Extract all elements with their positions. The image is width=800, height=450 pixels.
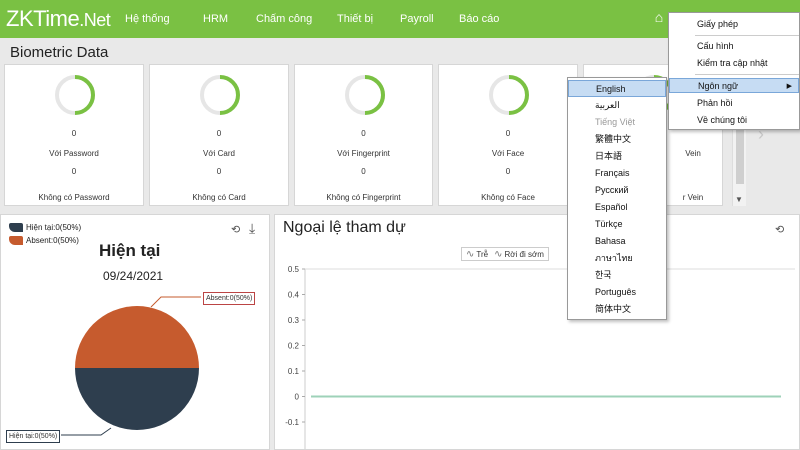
biometric-card-password: 0 Với Password 0 Không có Password	[4, 64, 144, 206]
nav-bao-cao[interactable]: Báo cáo	[459, 0, 499, 38]
without-value: 0	[505, 167, 511, 176]
attendance-pie-panel: Hiện tại:0(50%) Absent:0(50%) ⟲ ⤓ Hiện t…	[0, 214, 270, 450]
biometric-card-face: 0 Với Face 0 Không có Face	[438, 64, 578, 206]
lang-japanese[interactable]: 日本語	[568, 148, 666, 165]
without-label: Không có Face	[481, 193, 535, 202]
menu-language-label: Ngôn ngữ	[698, 81, 739, 91]
nav-thiet-bi[interactable]: Thiết bị	[337, 0, 373, 38]
callout-present: Hiện tại:0(50%)	[6, 430, 61, 443]
submenu-arrow-icon: ▶	[786, 83, 792, 90]
biometric-card-fingerprint: 0 Với Fingerprint 0 Không có Fingerprint	[294, 64, 433, 206]
scroll-down-icon[interactable]: ▼	[735, 195, 743, 204]
without-value: 0	[71, 167, 77, 176]
without-label: Không có Fingerprint	[326, 193, 401, 202]
callout-line-present	[61, 427, 112, 436]
biometric-title: Biometric Data	[10, 44, 109, 61]
lang-bahasa[interactable]: Bahasa	[568, 233, 666, 250]
y-tick-label: 0.1	[288, 367, 300, 376]
lang-portuguese[interactable]: Português	[568, 284, 666, 301]
menu-config[interactable]: Cấu hình	[669, 39, 799, 54]
progress-ring	[345, 75, 385, 115]
lang-korean[interactable]: 한국	[568, 267, 666, 284]
pie-slice-present[interactable]	[75, 368, 199, 430]
lang-simplified-chinese[interactable]: 简体中文	[568, 301, 666, 318]
without-label: Không có Password	[38, 193, 110, 202]
exceptions-panel: Ngoại lệ tham dự ⟲ ∿ Trễ ∿ Rời đi sớm 0.5 0…	[274, 214, 800, 450]
with-value: 0	[71, 129, 77, 138]
progress-ring	[489, 75, 529, 115]
logo-net: .Net	[79, 10, 111, 30]
lang-russian[interactable]: Русский	[568, 182, 666, 199]
callout-line-absent	[150, 296, 201, 308]
without-value: 0	[361, 167, 366, 176]
lang-french[interactable]: Français	[568, 165, 666, 182]
nav-hrm[interactable]: HRM	[203, 0, 228, 38]
y-tick-label: 0.4	[288, 291, 300, 300]
logo-zk: ZK	[6, 6, 34, 31]
lang-traditional-chinese[interactable]: 繁體中文	[568, 131, 666, 148]
lang-vietnamese[interactable]: Tiếng Việt	[568, 114, 666, 131]
progress-ring	[55, 75, 95, 115]
lang-spanish[interactable]: Español	[568, 199, 666, 216]
home-icon[interactable]: ⌂	[650, 8, 668, 26]
nav-payroll[interactable]: Payroll	[400, 0, 434, 38]
without-label: Không có Card	[192, 193, 246, 202]
y-tick-label: 0	[295, 393, 300, 402]
language-submenu: English العربية Tiếng Việt 繁體中文 日本語 Fran…	[567, 77, 667, 320]
exceptions-line-chart: 0.5 0.4 0.3 0.2 0.1 0 -0.1	[285, 265, 795, 449]
menu-license[interactable]: Giấy phép	[669, 17, 799, 32]
app-logo[interactable]: ZKTime.Net	[6, 6, 111, 32]
lang-arabic[interactable]: العربية	[568, 97, 666, 114]
settings-dropdown-menu: Giấy phép Cấu hình Kiểm tra cập nhật Ngô…	[668, 12, 800, 130]
menu-language[interactable]: Ngôn ngữ ▶	[669, 78, 799, 93]
top-icons-group: ⌂	[650, 8, 668, 28]
menu-check-update[interactable]: Kiểm tra cập nhật	[669, 56, 799, 71]
with-label: Với Fingerprint	[337, 149, 390, 158]
with-value: 0	[505, 129, 511, 138]
pie-slice-absent[interactable]	[75, 306, 199, 368]
callout-absent: Absent:0(50%)	[203, 292, 256, 305]
with-value: 0	[361, 129, 366, 138]
lang-english[interactable]: English	[568, 80, 666, 97]
y-tick-label: -0.1	[285, 418, 299, 427]
progress-ring	[200, 75, 240, 115]
with-value: 0	[216, 129, 222, 138]
nav-cham-cong[interactable]: Chấm công	[256, 0, 312, 38]
lang-thai[interactable]: ภาษาไทย	[568, 250, 666, 267]
menu-about[interactable]: Về chúng tôi	[669, 113, 799, 128]
with-label: Với Face	[491, 149, 525, 158]
with-label: Với Card	[203, 149, 235, 158]
without-value: 0	[216, 167, 222, 176]
nav-he-thong[interactable]: Hệ thống	[125, 0, 170, 38]
lang-turkish[interactable]: Türkçe	[568, 216, 666, 233]
y-tick-label: 0.3	[288, 316, 300, 325]
with-label: Với Password	[49, 149, 99, 158]
menu-separator	[695, 35, 799, 36]
menu-feedback[interactable]: Phản hồi	[669, 96, 799, 111]
y-tick-label: 0.2	[288, 342, 300, 351]
logo-time: Time	[33, 6, 80, 31]
attendance-pie-chart	[61, 296, 201, 436]
biometric-card-card: 0 Với Card 0 Không có Card	[149, 64, 289, 206]
menu-separator	[695, 74, 799, 75]
y-tick-label: 0.5	[288, 265, 300, 274]
